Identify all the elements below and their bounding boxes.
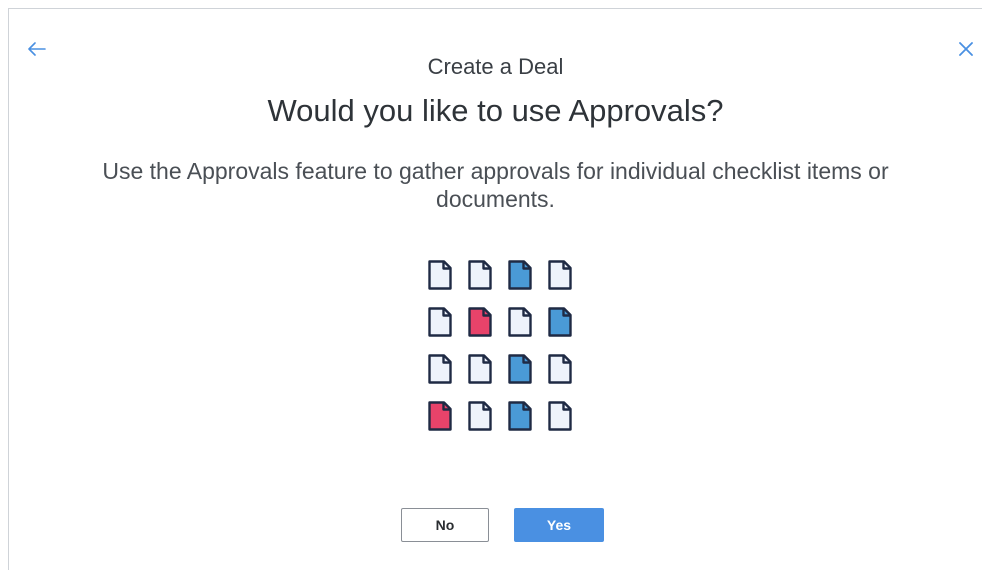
document-icon bbox=[468, 307, 492, 337]
document-icon bbox=[428, 307, 452, 337]
yes-button[interactable]: Yes bbox=[514, 508, 604, 542]
document-icon bbox=[468, 260, 492, 290]
document-icon bbox=[548, 260, 572, 290]
document-icon bbox=[548, 401, 572, 431]
create-deal-dialog: Create a Deal Would you like to use Appr… bbox=[8, 8, 982, 570]
document-icon bbox=[548, 354, 572, 384]
no-button[interactable]: No bbox=[401, 508, 489, 542]
document-icon bbox=[508, 260, 532, 290]
document-icon bbox=[428, 354, 452, 384]
document-icon bbox=[428, 260, 452, 290]
document-icon bbox=[548, 307, 572, 337]
document-icon bbox=[508, 354, 532, 384]
dialog-subtitle: Create a Deal bbox=[427, 54, 564, 79]
dialog-title: Would you like to use Approvals? bbox=[267, 93, 724, 128]
document-icon bbox=[468, 354, 492, 384]
document-icon bbox=[508, 401, 532, 431]
document-icon bbox=[428, 401, 452, 431]
dialog-actions: No Yes bbox=[9, 508, 982, 542]
document-icon bbox=[508, 307, 532, 337]
document-icon bbox=[468, 401, 492, 431]
dialog-description: Use the Approvals feature to gather appr… bbox=[102, 158, 889, 212]
